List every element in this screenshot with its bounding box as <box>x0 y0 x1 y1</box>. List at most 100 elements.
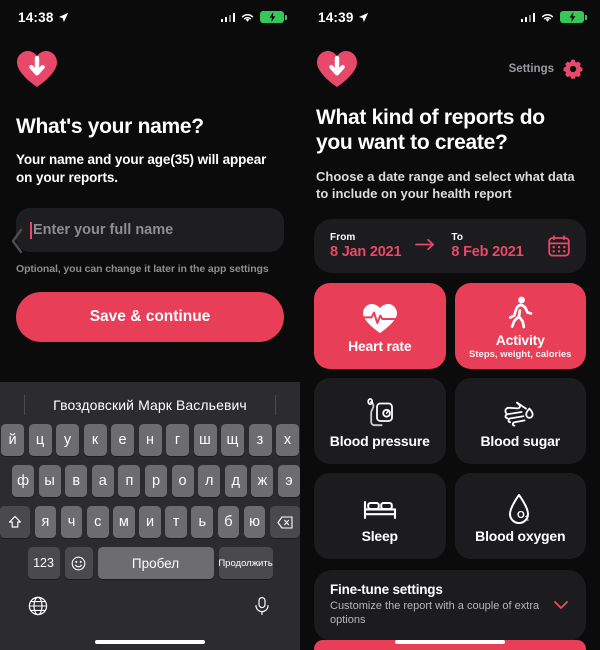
key-у[interactable]: у <box>56 424 79 456</box>
tile-activity[interactable]: Activity Steps, weight, calories <box>454 282 586 369</box>
key-е[interactable]: е <box>111 424 134 456</box>
date-from-label: From <box>330 231 356 243</box>
tile-blood-sugar[interactable]: Blood sugar <box>454 377 586 464</box>
prediction-word[interactable]: Гвоздовский Марк Васльевич <box>53 397 247 413</box>
tile-blood-pressure[interactable]: Blood pressure <box>314 377 446 464</box>
key-а[interactable]: а <box>91 465 114 497</box>
status-bar-left: 14:38 <box>18 10 69 25</box>
key-т[interactable]: т <box>165 506 187 538</box>
status-bar-left: 14:39 <box>318 10 369 25</box>
date-range-card[interactable]: From 8 Jan 2021 To 8 Feb 2021 <box>314 218 586 273</box>
date-from[interactable]: From 8 Jan 2021 <box>330 231 402 260</box>
keyboard-bottom-bar[interactable] <box>0 588 300 616</box>
date-to[interactable]: To 8 Feb 2021 <box>451 232 523 260</box>
settings-label: Settings <box>508 63 554 75</box>
backspace-key[interactable] <box>269 506 300 538</box>
keyboard-row-2[interactable]: фывапролджэ <box>0 465 300 497</box>
arrow-right-icon <box>415 237 435 254</box>
key-э[interactable]: э <box>277 465 300 497</box>
heart-download-logo <box>317 51 357 87</box>
key-л[interactable]: л <box>198 465 221 497</box>
tile-sleep[interactable]: Sleep <box>314 472 446 559</box>
shift-key[interactable] <box>0 506 31 538</box>
page-title: What kind of reports do you want to crea… <box>316 106 545 154</box>
key-м[interactable]: м <box>113 506 135 538</box>
tile-label: Blood sugar <box>480 432 561 449</box>
key-р[interactable]: р <box>144 465 168 497</box>
date-from-value[interactable]: 8 Jan 2021 <box>330 244 402 260</box>
globe-icon[interactable] <box>28 596 48 616</box>
save-and-continue-button[interactable]: Save & continue <box>16 292 284 343</box>
space-key[interactable]: Пробел <box>97 547 214 579</box>
fine-tune-texts: Fine-tune settings Customize the report … <box>330 582 542 629</box>
continue-key[interactable]: Продолжить <box>218 547 273 579</box>
keyboard-row-3[interactable]: ячсмитьбю <box>0 506 300 538</box>
tile-heart-rate[interactable]: Heart rate <box>314 282 446 369</box>
emoji-icon[interactable] <box>64 547 93 579</box>
status-bar: 14:39 <box>300 0 600 34</box>
tile-label: Blood pressure <box>329 432 430 449</box>
gear-icon[interactable] <box>562 58 584 80</box>
status-bar-right <box>520 11 587 23</box>
key-ь[interactable]: ь <box>191 506 214 538</box>
cellular-signal-icon <box>220 12 235 22</box>
key-о[interactable]: о <box>171 465 194 497</box>
key-и[interactable]: и <box>139 506 161 538</box>
report-type-grid[interactable]: Heart rate Activity Steps, weight, calor… <box>314 282 586 559</box>
numbers-key[interactable]: 123 <box>27 547 60 579</box>
calendar-icon[interactable] <box>548 234 570 257</box>
settings-button[interactable]: Settings <box>509 58 584 80</box>
microphone-icon[interactable] <box>252 596 272 616</box>
wifi-icon <box>241 13 254 22</box>
tile-label: Heart rate <box>348 337 412 354</box>
key-в[interactable]: в <box>65 465 88 497</box>
key-я[interactable]: я <box>34 506 57 538</box>
tile-description: Steps, weight, calories <box>469 348 572 360</box>
text-caret <box>30 221 32 239</box>
fine-tune-description: Customize the report with a couple of ex… <box>330 599 540 627</box>
on-screen-keyboard[interactable]: Гвоздовский Марк Васльевич йцукенгшщзх ф… <box>0 382 300 650</box>
key-й[interactable]: й <box>1 424 24 456</box>
page-title: What's your name? <box>16 115 204 138</box>
tile-label: Blood oxygen <box>475 527 566 544</box>
key-щ[interactable]: щ <box>221 424 244 456</box>
back-chevron-icon[interactable] <box>10 228 24 260</box>
key-к[interactable]: к <box>83 424 107 456</box>
date-to-label: To <box>451 231 464 243</box>
keyboard-row-1[interactable]: йцукенгшщзх <box>0 424 300 456</box>
input-hint: Optional, you can change it later in the… <box>16 263 269 276</box>
key-з[interactable]: з <box>248 424 272 456</box>
key-ю[interactable]: ю <box>243 506 266 538</box>
keyboard-row-4[interactable]: 123 Пробел Продолжить <box>0 547 300 579</box>
date-to-value[interactable]: 8 Feb 2021 <box>451 244 523 260</box>
fine-tune-settings-card[interactable]: Fine-tune settings Customize the report … <box>314 569 586 642</box>
left-phone-screen: 14:38 What's your name? Your name and yo… <box>0 0 300 650</box>
app-header: Settings <box>316 50 584 88</box>
key-ж[interactable]: ж <box>251 465 274 497</box>
key-ф[interactable]: ф <box>11 465 35 497</box>
prediction-divider-right <box>275 395 276 415</box>
full-name-input[interactable]: Enter your full name <box>16 208 284 253</box>
page-subtitle: Choose a date range and select what data… <box>316 168 575 202</box>
key-г[interactable]: г <box>166 424 189 456</box>
key-н[interactable]: н <box>138 424 162 456</box>
bed-icon <box>363 492 397 526</box>
fine-tune-title: Fine-tune settings <box>330 581 443 597</box>
key-х[interactable]: х <box>276 424 299 456</box>
tile-label: Activity <box>495 331 545 348</box>
tile-blood-oxygen[interactable]: O 2 Blood oxygen <box>454 472 586 559</box>
app-logo <box>16 50 300 93</box>
home-indicator <box>95 639 205 644</box>
key-д[interactable]: д <box>224 465 247 497</box>
key-ц[interactable]: ц <box>28 424 52 456</box>
key-с[interactable]: с <box>86 506 109 538</box>
key-ч[interactable]: ч <box>60 506 83 538</box>
key-б[interactable]: б <box>217 506 240 538</box>
key-п[interactable]: п <box>118 465 141 497</box>
o2-droplet-icon: O 2 <box>505 492 535 526</box>
key-ы[interactable]: ы <box>38 465 61 497</box>
key-ш[interactable]: ш <box>193 424 217 456</box>
chevron-down-icon[interactable] <box>552 596 570 614</box>
location-arrow-icon <box>358 12 368 22</box>
prediction-bar[interactable]: Гвоздовский Марк Васльевич <box>0 386 300 424</box>
